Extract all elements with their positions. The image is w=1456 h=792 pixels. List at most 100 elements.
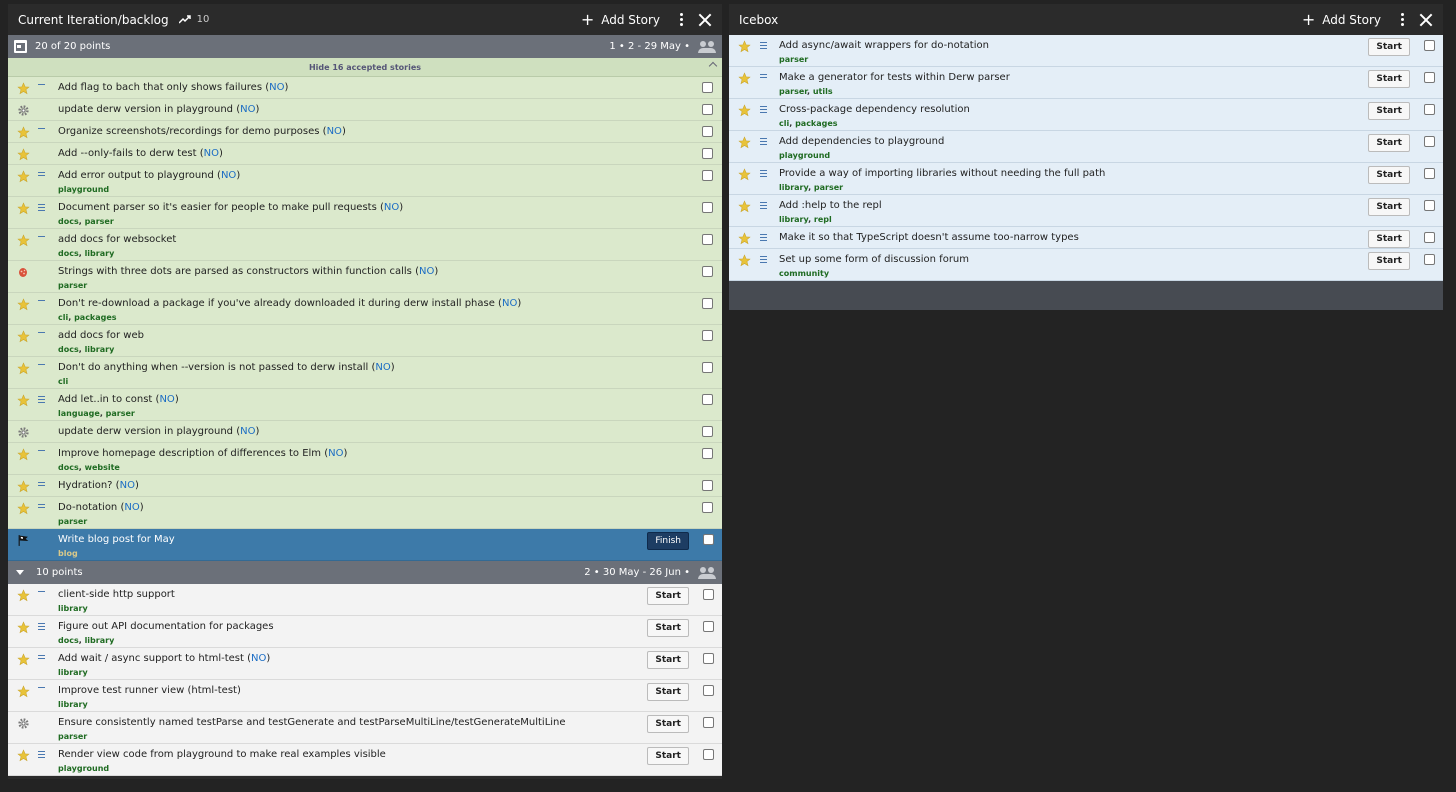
story-type-icon[interactable] xyxy=(16,620,30,634)
story-owner-initials[interactable]: NO xyxy=(384,202,399,213)
select-checkbox[interactable] xyxy=(1424,104,1435,115)
story-type-icon[interactable] xyxy=(16,147,30,161)
select-checkbox[interactable] xyxy=(703,717,714,728)
story-owner-initials[interactable]: NO xyxy=(327,126,342,137)
story-row[interactable]: Strings with three dots are parsed as co… xyxy=(8,261,722,293)
select-checkbox[interactable] xyxy=(702,362,713,373)
story-label[interactable]: docs xyxy=(58,463,79,472)
story-row[interactable]: Don't re-download a package if you've al… xyxy=(8,293,722,325)
story-label[interactable]: library xyxy=(58,668,88,677)
select-checkbox[interactable] xyxy=(702,234,713,245)
story-label[interactable]: language xyxy=(58,409,100,418)
story-row[interactable]: Add error output to playground (NO) playg… xyxy=(8,165,722,197)
story-type-icon[interactable] xyxy=(737,167,751,181)
start-button[interactable]: Start xyxy=(1368,198,1410,216)
add-story-button[interactable]: + Add Story xyxy=(581,11,660,28)
story-row[interactable]: Add let..in to const (NO) language, parse… xyxy=(8,389,722,421)
story-type-icon[interactable] xyxy=(16,169,30,183)
select-checkbox[interactable] xyxy=(702,170,713,181)
story-label[interactable]: parser xyxy=(58,281,87,290)
start-button[interactable]: Start xyxy=(1368,166,1410,184)
story-label[interactable]: library xyxy=(779,215,808,224)
select-checkbox[interactable] xyxy=(1424,168,1435,179)
select-checkbox[interactable] xyxy=(702,266,713,277)
velocity[interactable]: 10 xyxy=(178,14,209,25)
story-type-icon[interactable] xyxy=(16,447,30,461)
select-checkbox[interactable] xyxy=(1424,40,1435,51)
story-label[interactable]: parser xyxy=(106,409,135,418)
story-row[interactable]: Don't do anything when --version is not … xyxy=(8,357,722,389)
story-row[interactable]: Provide a way of importing libraries wit… xyxy=(729,163,1443,195)
story-row[interactable]: client-side http support library Start xyxy=(8,584,722,616)
select-checkbox[interactable] xyxy=(1424,200,1435,211)
story-type-icon[interactable] xyxy=(737,39,751,53)
story-type-icon[interactable] xyxy=(16,425,30,439)
start-button[interactable]: Start xyxy=(1368,252,1410,270)
story-label[interactable]: playground xyxy=(58,185,109,194)
story-label[interactable]: cli xyxy=(779,119,789,128)
story-type-icon[interactable] xyxy=(737,253,751,267)
select-checkbox[interactable] xyxy=(702,502,713,513)
story-row[interactable]: update derw version in playground (NO) xyxy=(8,99,722,121)
story-row[interactable]: Add wait / async support to html-test (N… xyxy=(8,648,722,680)
select-checkbox[interactable] xyxy=(702,480,713,491)
start-button[interactable]: Start xyxy=(1368,38,1410,56)
start-button[interactable]: Start xyxy=(1368,102,1410,120)
story-type-icon[interactable] xyxy=(737,231,751,245)
story-type-icon[interactable] xyxy=(16,201,30,215)
story-type-icon[interactable] xyxy=(16,652,30,666)
story-label[interactable]: library xyxy=(85,345,115,354)
story-label[interactable]: playground xyxy=(58,764,109,773)
finish-button[interactable]: Finish xyxy=(647,532,689,550)
story-label[interactable]: docs xyxy=(58,636,79,645)
story-label[interactable]: blog xyxy=(58,549,78,558)
select-checkbox[interactable] xyxy=(702,148,713,159)
select-checkbox[interactable] xyxy=(702,82,713,93)
story-label[interactable]: parser xyxy=(58,517,87,526)
story-row[interactable]: Add dependencies to playground playground… xyxy=(729,131,1443,163)
story-label[interactable]: docs xyxy=(58,345,79,354)
story-label[interactable]: website xyxy=(85,463,120,472)
select-checkbox[interactable] xyxy=(702,104,713,115)
close-icon[interactable] xyxy=(1419,13,1433,27)
story-row[interactable]: Document parser so it's easier for peopl… xyxy=(8,197,722,229)
story-label[interactable]: docs xyxy=(58,217,79,226)
select-checkbox[interactable] xyxy=(702,448,713,459)
story-label[interactable]: cli xyxy=(58,313,68,322)
story-type-icon[interactable] xyxy=(16,233,30,247)
story-owner-initials[interactable]: NO xyxy=(251,653,266,664)
story-row[interactable]: Render view code from playground to make… xyxy=(8,744,722,776)
story-type-icon[interactable] xyxy=(737,103,751,117)
story-type-icon[interactable] xyxy=(16,533,30,547)
select-checkbox[interactable] xyxy=(702,126,713,137)
story-type-icon[interactable] xyxy=(737,71,751,85)
story-row[interactable]: Set up some form of discussion forum comm… xyxy=(729,249,1443,281)
story-label[interactable]: playground xyxy=(779,151,830,160)
select-checkbox[interactable] xyxy=(703,685,714,696)
story-owner-initials[interactable]: NO xyxy=(204,148,219,159)
story-owner-initials[interactable]: NO xyxy=(124,502,139,513)
story-row[interactable]: Improve homepage description of differen… xyxy=(8,443,722,475)
story-label[interactable]: packages xyxy=(795,119,838,128)
story-row[interactable]: Add --only-fails to derw test (NO) xyxy=(8,143,722,165)
story-row[interactable]: Ensure consistently named testParse and … xyxy=(8,712,722,744)
start-button[interactable]: Start xyxy=(647,651,689,669)
story-label[interactable]: parser xyxy=(814,183,843,192)
story-label[interactable]: parser xyxy=(58,732,87,741)
story-row[interactable]: Do-notation (NO) parser xyxy=(8,497,722,529)
story-type-icon[interactable] xyxy=(16,393,30,407)
story-row[interactable]: Hydration? (NO) xyxy=(8,475,722,497)
start-button[interactable]: Start xyxy=(647,619,689,637)
more-options-icon[interactable] xyxy=(1395,13,1409,26)
select-checkbox[interactable] xyxy=(702,330,713,341)
add-story-button[interactable]: + Add Story xyxy=(1302,11,1381,28)
story-type-icon[interactable] xyxy=(16,81,30,95)
story-type-icon[interactable] xyxy=(16,103,30,117)
story-owner-initials[interactable]: NO xyxy=(269,82,284,93)
story-label[interactable]: library xyxy=(58,604,88,613)
story-type-icon[interactable] xyxy=(737,135,751,149)
story-label[interactable]: parser xyxy=(85,217,114,226)
start-button[interactable]: Start xyxy=(647,683,689,701)
story-owner-initials[interactable]: NO xyxy=(375,362,390,373)
select-checkbox[interactable] xyxy=(1424,72,1435,83)
